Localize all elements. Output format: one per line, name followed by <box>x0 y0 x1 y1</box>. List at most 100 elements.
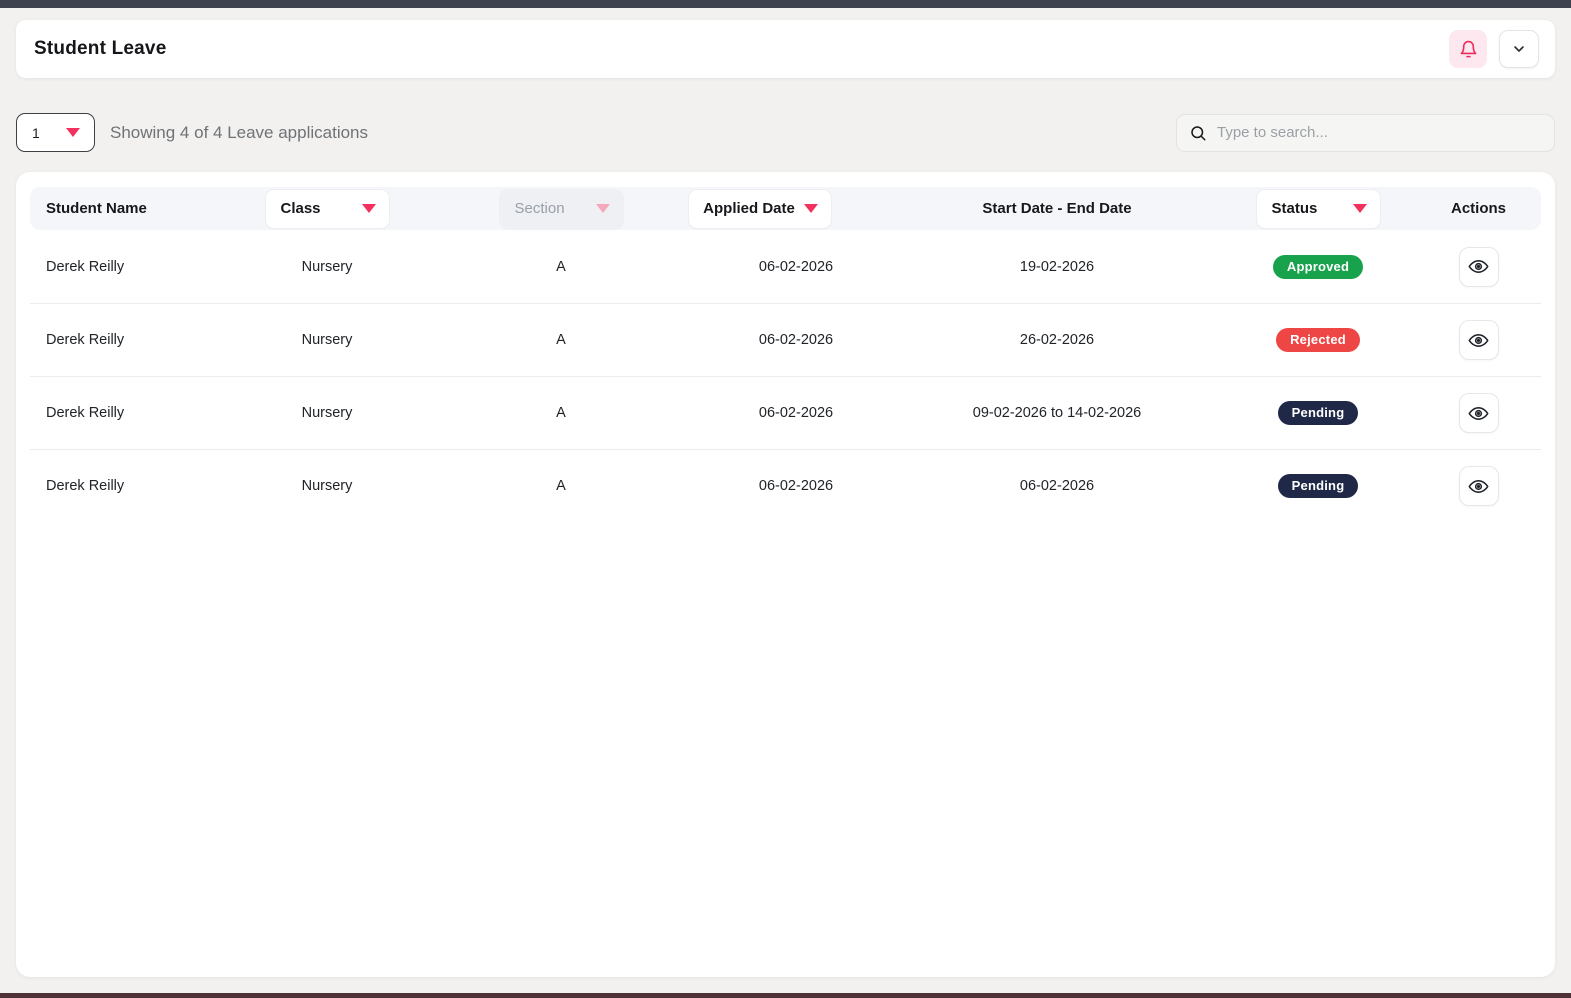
cell-status: Approved <box>1220 255 1416 279</box>
cell-text-student_name: Derek Reilly <box>46 259 124 275</box>
cell-class: Nursery <box>230 259 424 275</box>
page-title: Student Leave <box>34 38 166 60</box>
page-size-value: 1 <box>32 125 40 141</box>
table-row: Derek Reilly Nursery A 06-02-2026 26-02-2026… <box>30 303 1541 376</box>
cell-text-date_range: 06-02-2026 <box>1020 478 1094 494</box>
cell-text-student_name: Derek Reilly <box>46 332 124 348</box>
dropdown-arrow-icon <box>362 204 376 213</box>
student-leave-page: Student Leave <box>0 8 1571 977</box>
page-header: Student Leave <box>16 20 1555 78</box>
view-leave-button[interactable] <box>1459 320 1499 360</box>
cell-class: Nursery <box>230 332 424 348</box>
dropdown-arrow-icon <box>66 128 80 137</box>
column-header-date_range: Start Date - End Date <box>894 200 1220 217</box>
page-size-select[interactable]: 1 <box>16 113 95 152</box>
cell-text-section: A <box>556 332 566 348</box>
search-input[interactable] <box>1217 124 1542 141</box>
cell-applied_date: 06-02-2026 <box>698 405 894 421</box>
cell-text-section: A <box>556 405 566 421</box>
cell-date_range: 06-02-2026 <box>894 478 1220 494</box>
column-label-actions: Actions <box>1451 200 1506 217</box>
view-leave-button[interactable] <box>1459 247 1499 287</box>
table-row: Derek Reilly Nursery A 06-02-2026 19-02-2026… <box>30 230 1541 303</box>
cell-text-section: A <box>556 478 566 494</box>
cell-section: A <box>424 405 698 421</box>
cell-status: Rejected <box>1220 328 1416 352</box>
leave-table-card: Student Name Class Section Applied Date Star… <box>16 172 1555 977</box>
column-header-applied_date: Applied Date <box>698 189 894 229</box>
cell-student_name: Derek Reilly <box>30 405 230 421</box>
column-header-section: Section <box>424 189 698 229</box>
table-header-row: Student Name Class Section Applied Date Star… <box>30 187 1541 230</box>
chevron-down-icon <box>1511 41 1527 57</box>
eye-icon <box>1468 403 1489 424</box>
cell-text-student_name: Derek Reilly <box>46 478 124 494</box>
table-row: Derek Reilly Nursery A 06-02-2026 09-02-2026… <box>30 376 1541 449</box>
cell-student_name: Derek Reilly <box>30 332 230 348</box>
cell-class: Nursery <box>230 478 424 494</box>
toolbar: 1 Showing 4 of 4 Leave applications <box>16 113 1555 152</box>
cell-section: A <box>424 478 698 494</box>
column-header-status: Status <box>1220 189 1416 229</box>
cell-status: Pending <box>1220 401 1416 425</box>
cell-text-applied_date: 06-02-2026 <box>759 259 833 275</box>
bell-icon <box>1459 40 1478 59</box>
cell-actions <box>1416 320 1541 360</box>
view-leave-button[interactable] <box>1459 393 1499 433</box>
dropdown-arrow-icon <box>596 204 610 213</box>
column-header-actions: Actions <box>1416 200 1541 217</box>
cell-text-class: Nursery <box>302 405 353 421</box>
cell-text-date_range: 19-02-2026 <box>1020 259 1094 275</box>
filter-status-label: Status <box>1272 200 1318 217</box>
collapse-header-button[interactable] <box>1499 30 1539 68</box>
eye-icon <box>1468 256 1489 277</box>
cell-text-applied_date: 06-02-2026 <box>759 478 833 494</box>
notifications-button[interactable] <box>1449 30 1487 68</box>
cell-text-class: Nursery <box>302 259 353 275</box>
cell-applied_date: 06-02-2026 <box>698 478 894 494</box>
cell-text-date_range: 26-02-2026 <box>1020 332 1094 348</box>
cell-text-class: Nursery <box>302 332 353 348</box>
cell-section: A <box>424 259 698 275</box>
column-label-date_range: Start Date - End Date <box>982 200 1131 217</box>
view-leave-button[interactable] <box>1459 466 1499 506</box>
header-actions <box>1449 30 1539 68</box>
status-badge: Approved <box>1273 255 1363 279</box>
cell-actions <box>1416 466 1541 506</box>
cell-class: Nursery <box>230 405 424 421</box>
dropdown-arrow-icon <box>804 204 818 213</box>
results-summary: Showing 4 of 4 Leave applications <box>110 123 368 143</box>
cell-section: A <box>424 332 698 348</box>
cell-applied_date: 06-02-2026 <box>698 332 894 348</box>
cell-student_name: Derek Reilly <box>30 478 230 494</box>
filter-class-dropdown[interactable]: Class <box>265 189 390 229</box>
cell-date_range: 26-02-2026 <box>894 332 1220 348</box>
column-label-student_name: Student Name <box>46 200 147 217</box>
dropdown-arrow-icon <box>1353 204 1367 213</box>
filter-applied_date-dropdown[interactable]: Applied Date <box>688 189 832 229</box>
status-badge: Rejected <box>1276 328 1360 352</box>
cell-student_name: Derek Reilly <box>30 259 230 275</box>
cell-actions <box>1416 247 1541 287</box>
top-window-bar <box>0 0 1571 8</box>
cell-date_range: 09-02-2026 to 14-02-2026 <box>894 405 1220 421</box>
table-body: Derek Reilly Nursery A 06-02-2026 19-02-2026… <box>30 230 1541 522</box>
filter-section-label: Section <box>515 200 565 217</box>
filter-section-dropdown: Section <box>499 189 624 229</box>
cell-text-student_name: Derek Reilly <box>46 405 124 421</box>
cell-text-date_range: 09-02-2026 to 14-02-2026 <box>973 405 1142 421</box>
cell-date_range: 19-02-2026 <box>894 259 1220 275</box>
cell-actions <box>1416 393 1541 433</box>
filter-applied_date-label: Applied Date <box>703 200 795 217</box>
bottom-window-bar <box>0 993 1571 998</box>
column-header-student_name: Student Name <box>30 200 230 217</box>
cell-text-applied_date: 06-02-2026 <box>759 405 833 421</box>
search-box[interactable] <box>1176 114 1555 152</box>
status-badge: Pending <box>1278 401 1359 425</box>
eye-icon <box>1468 476 1489 497</box>
table-row: Derek Reilly Nursery A 06-02-2026 06-02-2026… <box>30 449 1541 522</box>
filter-class-label: Class <box>281 200 321 217</box>
column-header-class: Class <box>230 189 424 229</box>
cell-text-applied_date: 06-02-2026 <box>759 332 833 348</box>
filter-status-dropdown[interactable]: Status <box>1256 189 1381 229</box>
